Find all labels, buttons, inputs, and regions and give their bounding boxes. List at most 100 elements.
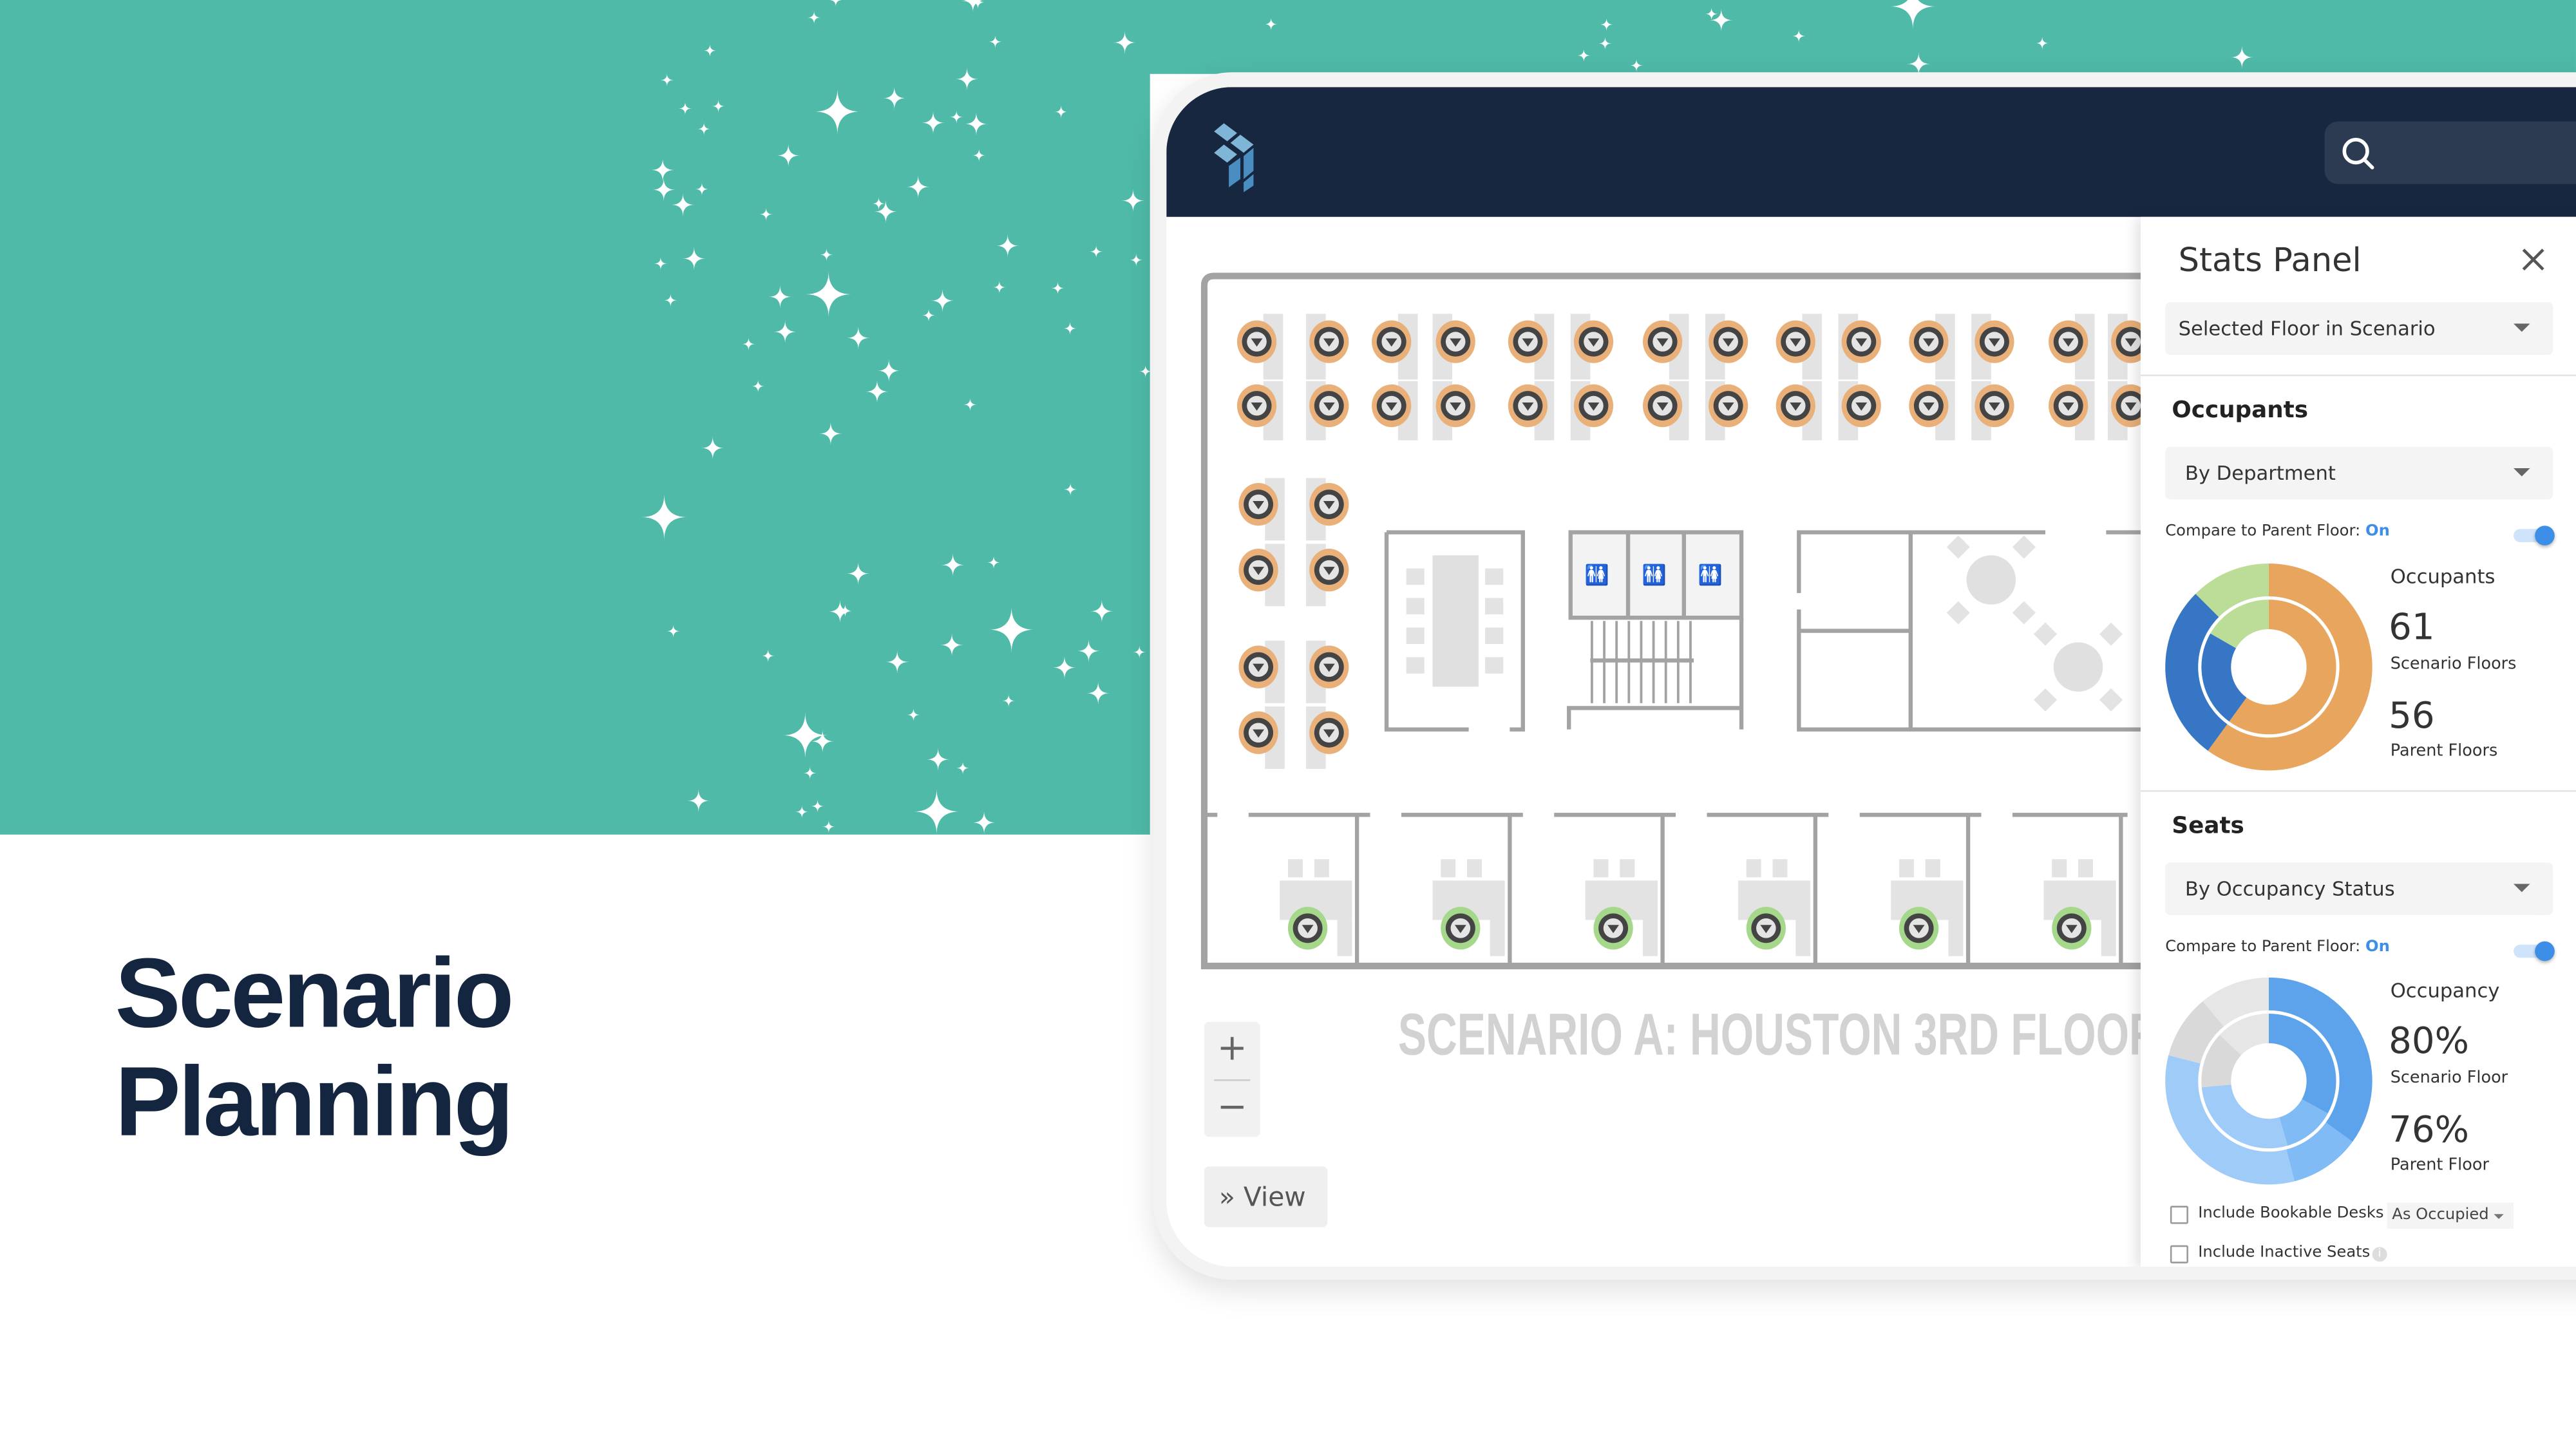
seat-marker[interactable] xyxy=(2052,907,2092,950)
sparkle-icon xyxy=(703,44,717,57)
sparkle-icon xyxy=(1264,17,1278,31)
stacked-cubes-logo[interactable] xyxy=(1213,120,1269,193)
seat-marker[interactable] xyxy=(1372,320,1412,363)
sparkle-icon xyxy=(922,308,936,322)
seat-marker[interactable] xyxy=(1238,482,1278,526)
sparkle-icon xyxy=(963,398,977,412)
sparkle-icon xyxy=(972,811,996,835)
occupants-compare-toggle[interactable] xyxy=(2514,526,2555,545)
bookable-mode-value: As Occupied xyxy=(2392,1206,2489,1224)
seat-marker[interactable] xyxy=(1309,645,1349,688)
sparkle-icon xyxy=(931,289,954,312)
seat-marker[interactable] xyxy=(1776,320,1815,363)
sparkle-icon xyxy=(678,102,692,115)
seat-marker[interactable] xyxy=(1309,482,1349,526)
seat-marker[interactable] xyxy=(1899,907,1939,950)
seat-marker[interactable] xyxy=(2049,320,2088,363)
seat-marker[interactable] xyxy=(1508,384,1548,428)
occupants-scenario-label: Scenario Floors xyxy=(2390,655,2517,674)
seat-marker[interactable] xyxy=(1435,320,1475,363)
sparkle-icon xyxy=(695,182,709,196)
close-icon[interactable] xyxy=(2522,248,2545,271)
view-button[interactable]: » View xyxy=(1204,1166,1328,1227)
sparkle-icon xyxy=(805,271,852,317)
seat-marker[interactable] xyxy=(1238,549,1278,592)
sparkle-icon xyxy=(828,600,852,623)
search-box[interactable] xyxy=(2324,121,2576,184)
seat-marker[interactable] xyxy=(1643,384,1683,428)
seat-marker[interactable] xyxy=(1238,711,1278,754)
sparkle-icon xyxy=(795,805,809,819)
seat-marker[interactable] xyxy=(1841,384,1881,428)
sparkle-icon xyxy=(1709,8,1733,32)
stats-panel: Stats Panel Selected Floor in Scenario O… xyxy=(2140,216,2576,1267)
bookable-mode-select[interactable]: As Occupied xyxy=(2387,1202,2514,1229)
seat-marker[interactable] xyxy=(1287,907,1328,950)
seat-marker[interactable] xyxy=(1975,384,2014,428)
seat-marker[interactable] xyxy=(1238,645,1278,688)
seat-marker[interactable] xyxy=(1372,384,1412,428)
sparkle-icon xyxy=(697,122,711,136)
seat-marker[interactable] xyxy=(2049,384,2088,428)
include-bookable-checkbox[interactable] xyxy=(2170,1206,2188,1224)
sparkle-icon xyxy=(819,422,842,446)
seat-marker[interactable] xyxy=(1236,384,1277,428)
occupants-group-select[interactable]: By Department xyxy=(2165,446,2553,500)
seat-marker[interactable] xyxy=(1909,320,1949,363)
sparkle-icon xyxy=(1113,31,1137,54)
chevron-down-icon xyxy=(2514,323,2530,332)
seat-marker[interactable] xyxy=(1309,549,1349,592)
sparkle-icon xyxy=(886,650,909,674)
sparkle-icon xyxy=(1705,7,1718,21)
include-inactive-checkbox[interactable] xyxy=(2170,1245,2188,1264)
seat-marker[interactable] xyxy=(1508,320,1548,363)
sparkle-icon xyxy=(941,553,965,577)
sparkle-icon xyxy=(988,607,1035,653)
seat-marker[interactable] xyxy=(1309,384,1349,428)
sparkle-icon xyxy=(651,158,674,182)
sparkle-icon xyxy=(955,67,979,91)
seat-marker[interactable] xyxy=(1435,384,1475,428)
seats-group-select[interactable]: By Occupancy Status xyxy=(2165,862,2553,915)
seat-marker[interactable] xyxy=(1643,320,1683,363)
occupants-parent-value: 56 xyxy=(2389,696,2435,738)
info-icon[interactable]: i xyxy=(2372,1247,2387,1262)
seat-marker[interactable] xyxy=(1746,907,1786,950)
zoom-in-button[interactable]: + xyxy=(1204,1022,1260,1078)
seat-marker[interactable] xyxy=(1776,384,1815,428)
restroom-icon: 🚻 xyxy=(1698,564,1723,587)
seat-marker[interactable] xyxy=(1573,384,1614,428)
sparkle-icon xyxy=(987,556,1001,569)
seat-marker[interactable] xyxy=(1593,907,1633,950)
sparkle-icon xyxy=(1090,600,1113,623)
sparkle-icon xyxy=(996,234,1019,258)
occupants-compare-label: Compare to Parent Floor: On xyxy=(2165,522,2390,541)
floor-map[interactable]: 🚻 🚻 🚻 SCENARIO A: HOUSTON 3RD FLOOR + − » … xyxy=(1166,217,2160,1267)
seats-group-value: By Occupancy Status xyxy=(2184,877,2395,900)
seat-marker[interactable] xyxy=(1975,320,2014,363)
seat-marker[interactable] xyxy=(1441,907,1481,950)
zoom-out-button[interactable]: − xyxy=(1204,1081,1260,1137)
sparkle-icon xyxy=(701,436,724,460)
seat-marker[interactable] xyxy=(1573,320,1614,363)
sparkle-icon xyxy=(641,494,688,540)
chevron-down-icon xyxy=(2494,1214,2504,1219)
floor-plan[interactable]: 🚻 🚻 🚻 xyxy=(1200,272,2141,979)
sparkle-icon xyxy=(1889,0,1937,30)
sparkle-icon xyxy=(1077,639,1101,663)
sparkle-icon xyxy=(877,359,901,383)
restroom-icon: 🚻 xyxy=(1585,564,1609,587)
scope-select[interactable]: Selected Floor in Scenario xyxy=(2165,302,2553,355)
seats-parent-label: Parent Floor xyxy=(2390,1156,2489,1175)
seat-marker[interactable] xyxy=(1841,320,1881,363)
seat-marker[interactable] xyxy=(1709,320,1748,363)
seat-marker[interactable] xyxy=(1309,711,1349,754)
scope-select-value: Selected Floor in Scenario xyxy=(2178,317,2436,341)
seat-marker[interactable] xyxy=(1909,384,1949,428)
sparkle-icon xyxy=(906,175,930,198)
seats-compare-toggle[interactable] xyxy=(2514,941,2555,961)
seat-marker[interactable] xyxy=(1309,320,1349,363)
seat-marker[interactable] xyxy=(1236,320,1277,363)
seat-marker[interactable] xyxy=(1709,384,1748,428)
sparkle-icon xyxy=(829,0,842,7)
